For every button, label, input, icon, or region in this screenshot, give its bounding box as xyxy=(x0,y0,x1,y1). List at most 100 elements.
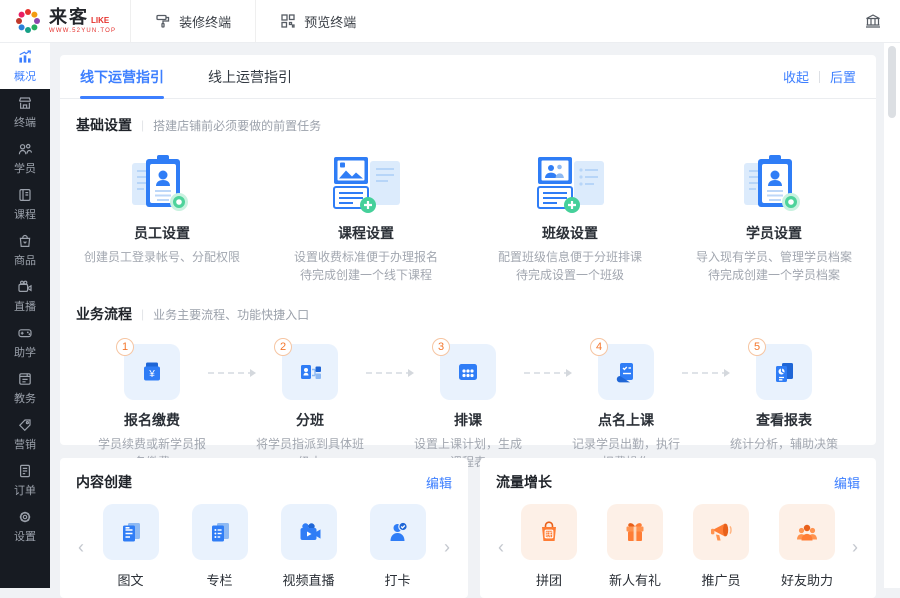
basic-settings-row: 员工设置 创建员工登录帐号、分配权限 xyxy=(60,147,876,284)
institution-icon xyxy=(864,12,882,30)
content-item-video-live[interactable]: 视频直播 xyxy=(264,504,353,589)
goods-icon xyxy=(17,233,33,249)
basic-card-desc: 配置班级信息便于分班排课 待完成设置一个班级 xyxy=(498,248,642,284)
paint-roller-icon xyxy=(155,13,171,29)
sidebar-item-live[interactable]: 直播 xyxy=(0,273,50,319)
institution-home-button[interactable] xyxy=(846,0,900,42)
sidebar-item-label: 订单 xyxy=(14,482,36,498)
content-item-column[interactable]: 专栏 xyxy=(175,504,264,589)
checkin-icon xyxy=(383,517,413,547)
content-item-article[interactable]: 图文 xyxy=(86,504,175,589)
sidebar-item-courses[interactable]: 课程 xyxy=(0,181,50,227)
flow-tile xyxy=(440,344,496,400)
content-creation-panel: 内容创建 编辑 ‹ 图文 xyxy=(60,458,468,598)
growth-item-group-buy[interactable]: 拼 拼团 xyxy=(506,504,592,589)
payment-bag-icon: ¥ xyxy=(137,357,167,387)
gift-icon xyxy=(620,517,650,547)
class-settings-card[interactable]: 班级设置 配置班级信息便于分班排课 待完成设置一个班级 xyxy=(468,147,672,284)
scrollbar-track[interactable] xyxy=(884,43,900,588)
flow-step-view-reports[interactable]: 5 查看报表 统计分析，辅助决策 xyxy=(728,338,840,453)
class-settings-icon xyxy=(524,149,616,217)
chevron-right-icon[interactable]: › xyxy=(442,538,452,556)
sidebar-item-academic[interactable]: 教务 xyxy=(0,365,50,411)
sidebar-item-label: 终端 xyxy=(14,114,36,130)
flow-tile: ¥ xyxy=(124,344,180,400)
traffic-growth-panel: 流量增长 编辑 ‹ 拼 拼团 xyxy=(480,458,876,598)
growth-item-friend-boost[interactable]: 好友助力 xyxy=(764,504,850,589)
basic-card-title: 课程设置 xyxy=(338,223,394,243)
chevron-right-icon[interactable]: › xyxy=(850,538,860,556)
order-icon xyxy=(17,463,33,479)
sidebar-item-label: 概况 xyxy=(14,68,36,84)
moveback-link[interactable]: 后置 xyxy=(830,67,856,86)
brand-logo[interactable]: 来客 LIKE WWW.52YUN.TOP xyxy=(0,0,130,42)
content-item-label: 图文 xyxy=(117,570,143,589)
sidebar-item-label: 学员 xyxy=(14,160,36,176)
marketing-icon xyxy=(17,417,33,433)
chevron-left-icon[interactable]: ‹ xyxy=(496,538,506,556)
panel-title: 内容创建 xyxy=(76,472,132,492)
flow-step-title: 排课 xyxy=(454,410,482,430)
decorate-terminal-label: 装修终端 xyxy=(179,12,231,31)
flow-step-class-assign[interactable]: 2 分班 将学员指派到具体班级中 xyxy=(254,338,366,471)
schedule-calendar-icon xyxy=(453,357,483,387)
step-number-badge: 2 xyxy=(274,338,292,356)
growth-item-new-user-gift[interactable]: 新人有礼 xyxy=(592,504,678,589)
sidebar-item-settings[interactable]: 设置 xyxy=(0,503,50,549)
sidebar-item-students[interactable]: 学员 xyxy=(0,135,50,181)
flow-step-title: 分班 xyxy=(296,410,324,430)
staff-settings-card[interactable]: 员工设置 创建员工登录帐号、分配权限 xyxy=(60,147,264,284)
growth-item-label: 好友助力 xyxy=(781,570,833,589)
growth-carousel: ‹ 拼 拼团 新人 xyxy=(496,504,860,589)
growth-item-promoter[interactable]: 推广员 xyxy=(678,504,764,589)
article-icon xyxy=(116,517,146,547)
sidebar-item-label: 直播 xyxy=(14,298,36,314)
content-edit-link[interactable]: 编辑 xyxy=(426,473,452,492)
basic-card-title: 学员设置 xyxy=(746,223,802,243)
scrollbar-thumb[interactable] xyxy=(888,46,896,118)
student-settings-icon xyxy=(728,149,820,217)
sidebar-nav: 概况 终端 学员 课程 商品 xyxy=(0,43,50,588)
section-title: 基础设置 xyxy=(76,115,132,135)
sidebar-item-goods[interactable]: 商品 xyxy=(0,227,50,273)
collapse-link[interactable]: 收起 xyxy=(783,67,809,86)
course-settings-card[interactable]: 课程设置 设置收费标准便于办理报名 待完成创建一个线下课程 xyxy=(264,147,468,284)
preview-terminal-button[interactable]: 预览终端 xyxy=(255,0,380,42)
sidebar-item-terminal[interactable]: 终端 xyxy=(0,89,50,135)
links-divider xyxy=(819,71,820,83)
header-spacer xyxy=(380,0,846,42)
content-item-checkin[interactable]: 打卡 xyxy=(353,504,442,589)
basic-card-desc: 设置收费标准便于办理报名 待完成创建一个线下课程 xyxy=(294,248,438,284)
business-flow-header: 业务流程 | 业务主要流程、功能快捷入口 xyxy=(60,304,876,324)
sidebar-item-marketing[interactable]: 营销 xyxy=(0,411,50,457)
live-icon xyxy=(17,279,33,295)
content-item-label: 视频直播 xyxy=(282,570,334,589)
flow-step-scheduling[interactable]: 3 排课 设置上课计划，生成课程表 xyxy=(412,338,524,471)
flow-step-registration-payment[interactable]: 1 ¥ 报名缴费 学员续费或新学员报名缴费 xyxy=(96,338,208,471)
basic-card-title: 员工设置 xyxy=(134,223,190,243)
growth-edit-link[interactable]: 编辑 xyxy=(834,473,860,492)
sidebar-item-study-aid[interactable]: 助学 xyxy=(0,319,50,365)
tab-online-guide[interactable]: 线上运营指引 xyxy=(208,55,292,99)
sidebar-item-orders[interactable]: 订单 xyxy=(0,457,50,503)
flow-arrow xyxy=(208,372,254,374)
preview-terminal-label: 预览终端 xyxy=(304,12,356,31)
column-icon xyxy=(205,517,235,547)
decorate-terminal-button[interactable]: 装修终端 xyxy=(130,0,255,42)
flow-arrow xyxy=(524,372,570,374)
section-separator: | xyxy=(141,307,144,321)
sidebar-item-label: 设置 xyxy=(14,528,36,544)
chevron-left-icon[interactable]: ‹ xyxy=(76,538,86,556)
flow-step-desc: 统计分析，辅助决策 xyxy=(730,435,838,453)
section-subtitle: 搭建店铺前必须要做的前置任务 xyxy=(153,117,321,134)
students-icon xyxy=(17,141,33,157)
content-item-label: 专栏 xyxy=(206,570,232,589)
step-number-badge: 5 xyxy=(748,338,766,356)
tab-offline-guide[interactable]: 线下运营指引 xyxy=(80,55,164,99)
sidebar-item-overview[interactable]: 概况 xyxy=(0,43,50,89)
store-icon xyxy=(17,95,33,111)
section-subtitle: 业务主要流程、功能快捷入口 xyxy=(153,306,309,323)
sidebar-item-label: 教务 xyxy=(14,390,36,406)
student-settings-card[interactable]: 学员设置 导入现有学员、管理学员档案 待完成创建一个学员档案 xyxy=(672,147,876,284)
panel-title: 流量增长 xyxy=(496,472,552,492)
